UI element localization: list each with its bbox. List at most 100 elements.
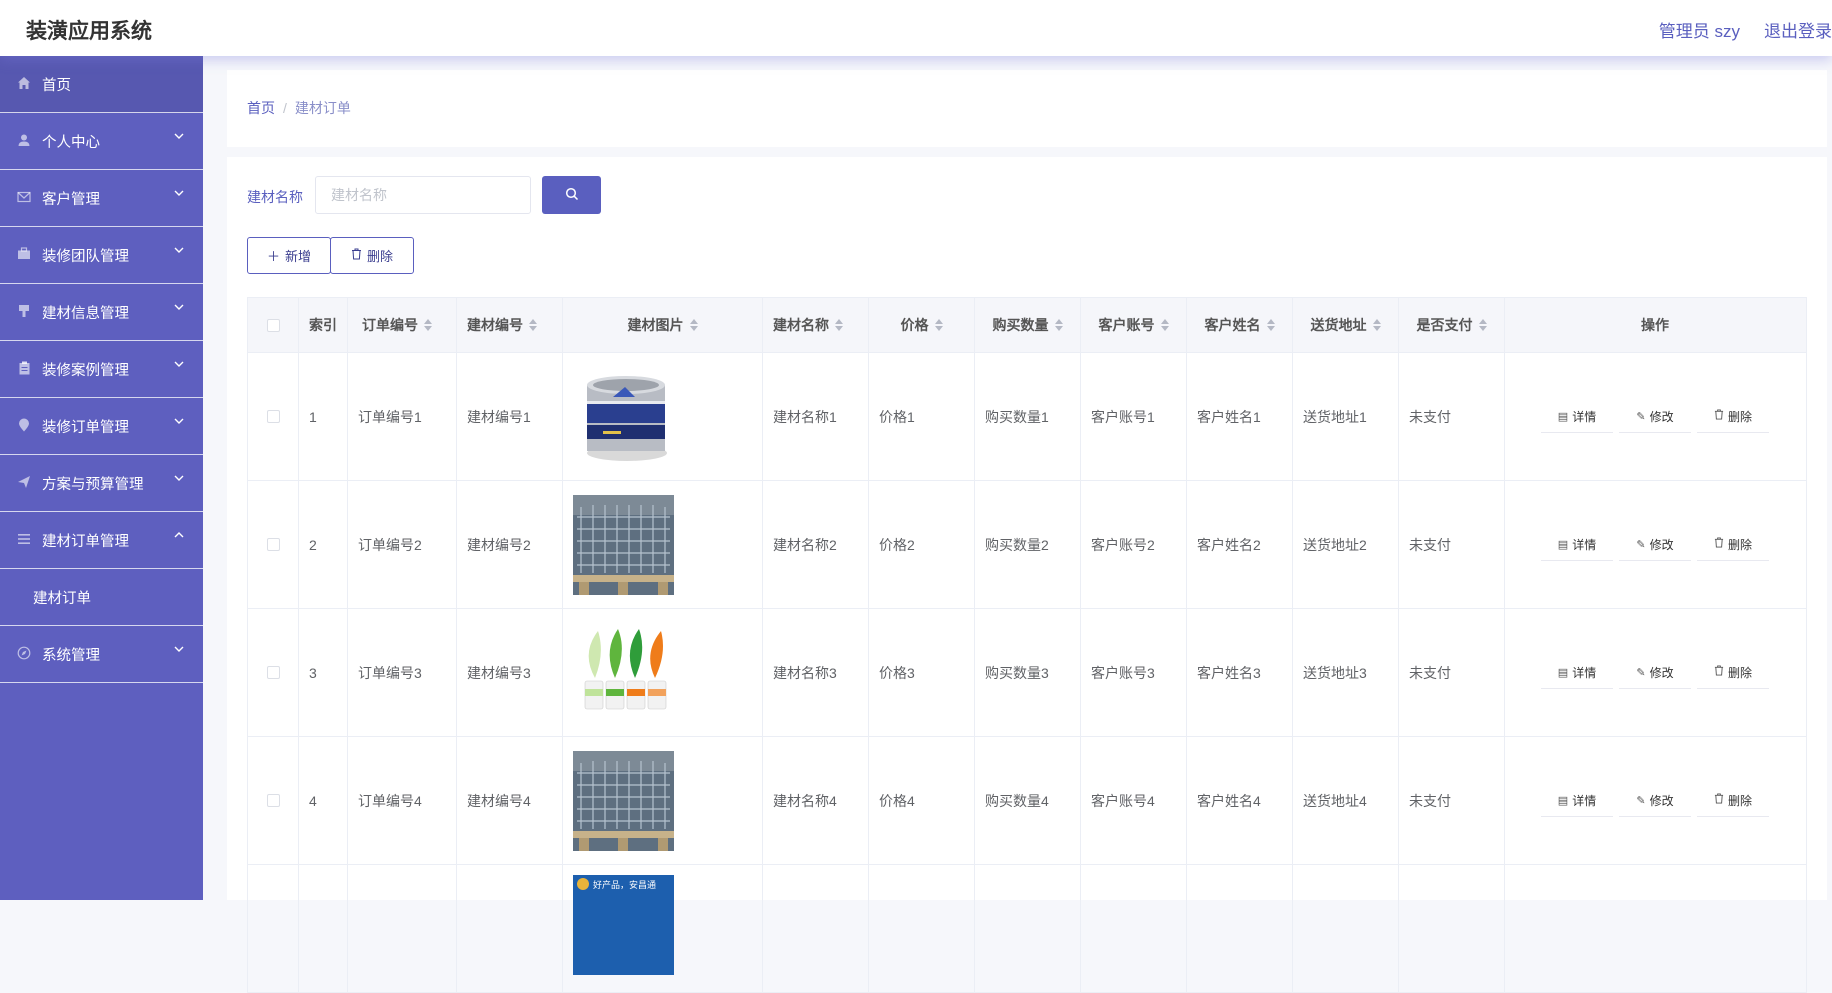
breadcrumb-home[interactable]: 首页 [247, 100, 275, 116]
cell-order-no [348, 865, 457, 992]
sort-icon[interactable] [835, 319, 843, 331]
row-checkbox-cell [248, 481, 299, 608]
cell-name [763, 865, 869, 992]
sidebar-item-label: 个人中心 [42, 134, 100, 151]
edit-button[interactable]: ✎ 修改 [1619, 529, 1691, 561]
column-header[interactable]: 是否支付 [1399, 298, 1505, 352]
sort-icon[interactable] [1160, 319, 1169, 331]
search-button[interactable] [542, 176, 601, 214]
banner-text: 好产品，安昌通 [593, 879, 656, 891]
row-checkbox[interactable] [266, 538, 280, 551]
orders-table: 索引 订单编号 建材编号 建材图片 建材名称 价格 购买数量 客户账号 客户姓名… [247, 297, 1807, 993]
main-content: 建材名称 ＋ 新增 删除 索引 订单编号 建材编号 建材图片 建材名称 价格 购买… [227, 157, 1827, 993]
sidebar-item-profile[interactable]: 个人中心 [0, 113, 203, 170]
row-checkbox[interactable] [266, 794, 280, 807]
add-button[interactable]: ＋ 新增 [247, 237, 331, 274]
row-checkbox[interactable] [266, 666, 280, 679]
sort-icon[interactable] [424, 319, 432, 331]
detail-button[interactable]: ▤ 详情 [1541, 529, 1613, 561]
document-icon: ▤ [1557, 666, 1569, 679]
detail-button[interactable]: ▤ 详情 [1541, 785, 1613, 817]
sidebar-item-system[interactable]: 系统管理 [0, 626, 203, 683]
column-header[interactable]: 订单编号 [348, 298, 457, 352]
steel-mesh-image[interactable] [573, 750, 674, 851]
column-header[interactable]: 送货地址 [1293, 298, 1399, 352]
search-icon [565, 187, 579, 204]
sidebar-item-plans[interactable]: 方案与预算管理 [0, 455, 203, 512]
sort-icon[interactable] [529, 319, 537, 331]
select-all-checkbox[interactable] [266, 318, 280, 332]
cell-index: 2 [299, 481, 348, 608]
sidebar-item-home[interactable]: 首页 [0, 56, 203, 113]
detail-button[interactable]: ▤ 详情 [1541, 657, 1613, 689]
pencil-icon: ✎ [1636, 666, 1646, 679]
row-delete-button[interactable]: 删除 [1697, 401, 1769, 433]
edit-button[interactable]: ✎ 修改 [1619, 657, 1691, 689]
column-header[interactable]: 价格 [869, 298, 975, 352]
search-input[interactable] [315, 176, 531, 214]
paint-can-image[interactable] [573, 366, 674, 467]
sidebar-item-material-orders[interactable]: 建材订单管理 [0, 512, 203, 569]
column-header: 操作 [1641, 317, 1669, 333]
row-delete-button[interactable]: 删除 [1697, 529, 1769, 561]
cell-material-no: 建材编号4 [457, 737, 563, 864]
row-delete-button[interactable]: 删除 [1697, 657, 1769, 689]
edit-button[interactable]: ✎ 修改 [1619, 785, 1691, 817]
sort-icon[interactable] [689, 319, 698, 331]
cell-material-no [457, 865, 563, 992]
sidebar-subitem-label: 建材订单 [33, 590, 91, 607]
column-header[interactable]: 客户账号 [1081, 298, 1187, 352]
edit-button[interactable]: ✎ 修改 [1619, 401, 1691, 433]
ad-banner-image[interactable]: 好产品，安昌通 [573, 875, 674, 975]
sidebar-item-teams[interactable]: 装修团队管理 [0, 227, 203, 284]
delete-button[interactable]: 删除 [330, 237, 414, 274]
cell-qty: 购买数量4 [975, 737, 1081, 864]
cell-material-no: 建材编号2 [457, 481, 563, 608]
steel-mesh-image[interactable] [573, 494, 674, 595]
column-header: 索引 [299, 298, 348, 352]
search-label: 建材名称 [247, 189, 303, 205]
breadcrumb: 首页 / 建材订单 [247, 98, 351, 118]
column-header[interactable]: 客户姓名 [1187, 298, 1293, 352]
location-icon [14, 418, 34, 435]
current-user[interactable]: 管理员 szy [1659, 22, 1740, 41]
sidebar-item-cases[interactable]: 装修案例管理 [0, 341, 203, 398]
chevron-up-icon [173, 529, 185, 544]
paint-buckets-image[interactable] [573, 622, 674, 723]
sidebar-item-label: 系统管理 [42, 647, 100, 664]
cell-material-no: 建材编号3 [457, 609, 563, 736]
chevron-down-icon [173, 415, 185, 430]
sidebar-subitem-material-order[interactable]: 建材订单 [0, 569, 203, 626]
sidebar-item-label: 方案与预算管理 [42, 476, 144, 493]
column-header[interactable]: 建材图片 [563, 298, 763, 352]
sort-icon[interactable] [1372, 319, 1381, 331]
clipboard-icon [14, 361, 34, 378]
row-checkbox-cell [248, 609, 299, 736]
row-checkbox[interactable] [266, 410, 280, 423]
column-header[interactable]: 建材编号 [457, 298, 563, 352]
cell-image [563, 353, 763, 480]
table-row: 4 订单编号4 建材编号4 建材名称4 价格4 购买数量4 客户账号4 客户姓名… [248, 737, 1806, 865]
sort-icon[interactable] [1054, 319, 1063, 331]
chevron-down-icon [173, 358, 185, 373]
document-icon: ▤ [1557, 538, 1569, 551]
cell-customer [1187, 865, 1293, 992]
table-row: 1 订单编号1 建材编号1 建材名称1 价格1 购买数量1 客户账号1 客户姓名… [248, 353, 1806, 481]
column-header[interactable]: 建材名称 [763, 298, 869, 352]
sidebar-item-materials[interactable]: 建材信息管理 [0, 284, 203, 341]
sort-icon[interactable] [934, 319, 943, 331]
sort-icon[interactable] [1478, 319, 1487, 331]
logout-link[interactable]: 退出登录 [1764, 22, 1832, 41]
sidebar-item-customers[interactable]: 客户管理 [0, 170, 203, 227]
breadcrumb-separator: / [283, 100, 287, 116]
row-delete-button[interactable]: 删除 [1697, 785, 1769, 817]
detail-button[interactable]: ▤ 详情 [1541, 401, 1613, 433]
pencil-icon: ✎ [1636, 410, 1646, 423]
sidebar-menu: 首页 个人中心 客户管理 装修团队管理 建材信息管理 装修案例管理 装修订单管理… [0, 56, 203, 900]
cell-paid: 未支付 [1399, 481, 1505, 608]
cell-customer: 客户姓名4 [1187, 737, 1293, 864]
sort-icon[interactable] [1266, 319, 1275, 331]
column-header[interactable]: 购买数量 [975, 298, 1081, 352]
sidebar-item-orders[interactable]: 装修订单管理 [0, 398, 203, 455]
add-button-label: 新增 [285, 249, 312, 264]
